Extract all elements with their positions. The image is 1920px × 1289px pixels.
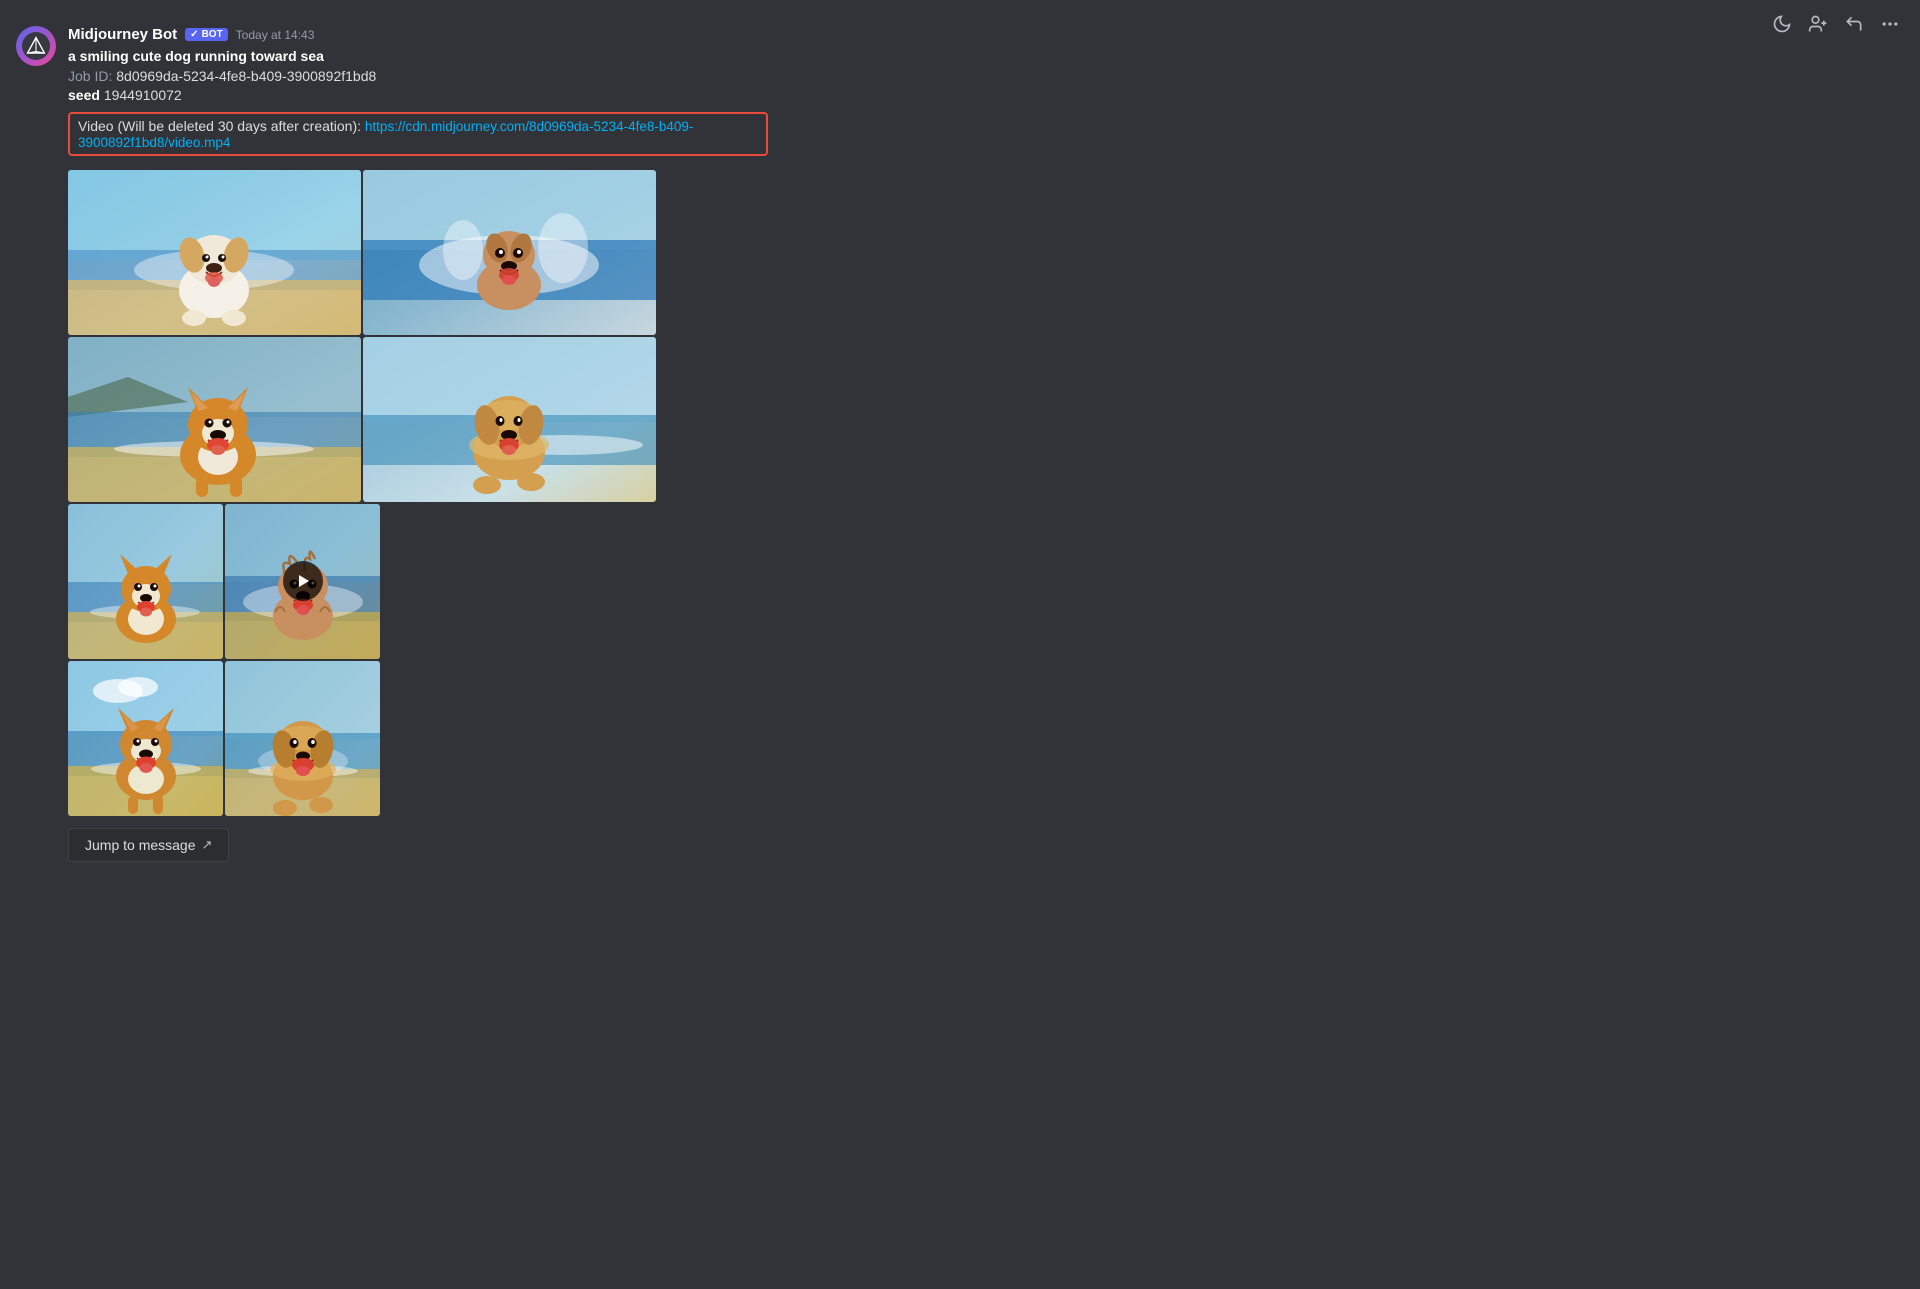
- timestamp: Today at 14:43: [236, 28, 315, 42]
- image-row-2: [68, 337, 658, 502]
- dog-image-2[interactable]: [363, 170, 656, 335]
- external-link-icon: ↗: [202, 837, 213, 853]
- job-id-value: 8d0969da-5234-4fe8-b409-3900892f1bd8: [116, 68, 376, 84]
- message-meta: Midjourney Bot BOT Today at 14:43: [68, 26, 884, 43]
- image-row-1: [68, 170, 658, 335]
- seed-label: seed: [68, 87, 100, 103]
- video-label: Video: [78, 118, 114, 134]
- bottom-image-grid: [68, 504, 380, 816]
- prompt-line: a smiling cute dog running toward sea: [68, 47, 884, 67]
- message-content: Midjourney Bot BOT Today at 14:43 a smil…: [68, 26, 884, 862]
- friend-icon[interactable]: [1804, 10, 1832, 38]
- prompt-text: a smiling cute dog running toward sea: [68, 48, 324, 64]
- bot-badge: BOT: [185, 28, 228, 41]
- bottom-row-2: [68, 661, 380, 816]
- more-options-icon[interactable]: [1876, 10, 1904, 38]
- dog-image-3[interactable]: [68, 337, 361, 502]
- play-button[interactable]: [283, 561, 323, 601]
- dog-image-6b[interactable]: [225, 661, 380, 816]
- sender-name: Midjourney Bot: [68, 26, 177, 43]
- video-link-box: Video (Will be deleted 30 days after cre…: [68, 112, 768, 156]
- dog-image-5a[interactable]: [68, 504, 223, 659]
- moon-icon[interactable]: [1768, 10, 1796, 38]
- dog-image-6a[interactable]: [68, 661, 223, 816]
- jump-label: Jump to message: [85, 837, 196, 853]
- dog-image-4[interactable]: [363, 337, 656, 502]
- bottom-row-1: [68, 504, 380, 659]
- dog-image-1[interactable]: [68, 170, 361, 335]
- job-id-line: Job ID: 8d0969da-5234-4fe8-b409-3900892f…: [68, 67, 884, 87]
- image-row-3: [68, 504, 658, 816]
- dog-image-5b[interactable]: [225, 504, 380, 659]
- message-header: Midjourney Bot BOT Today at 14:43 a smil…: [16, 26, 884, 862]
- job-id-label: Job ID:: [68, 68, 112, 84]
- reply-icon[interactable]: [1840, 10, 1868, 38]
- jump-to-message-button[interactable]: Jump to message ↗: [68, 828, 229, 862]
- seed-line: seed 1944910072: [68, 86, 884, 106]
- image-grid: [68, 170, 658, 816]
- top-bar: [1752, 0, 1920, 48]
- avatar: [16, 26, 56, 66]
- message-container: Midjourney Bot BOT Today at 14:43 a smil…: [0, 10, 900, 882]
